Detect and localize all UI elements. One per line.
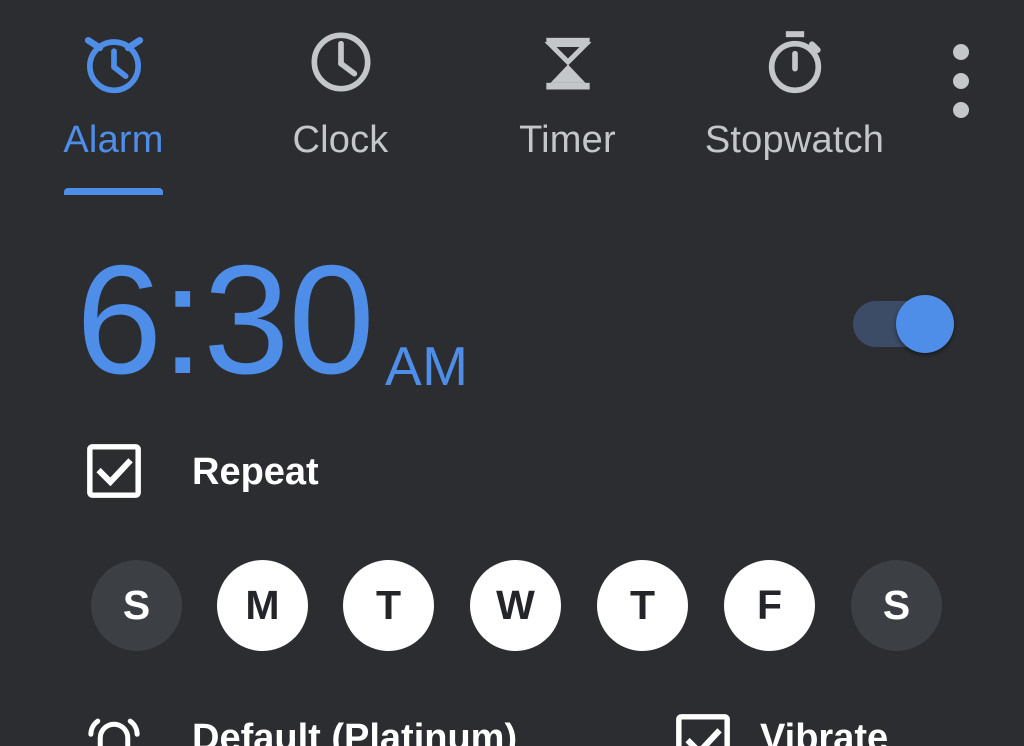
- tab-timer-label: Timer: [519, 119, 616, 161]
- tab-bar: Alarm Clock Timer Stopwatch: [0, 0, 1024, 200]
- overflow-dot: [953, 44, 969, 60]
- day-toggle-wednesday[interactable]: W: [470, 560, 561, 651]
- alarm-entry: 6:30 AM Repeat S M T W T F S Default (Pl…: [0, 200, 1024, 746]
- checkbox-checked-icon[interactable]: [85, 442, 143, 500]
- repeat-days-row: S M T W T F S: [0, 560, 1024, 655]
- clock-icon: [301, 22, 381, 102]
- overflow-dot: [953, 102, 969, 118]
- tab-alarm[interactable]: Alarm: [0, 0, 227, 200]
- active-tab-indicator: [64, 188, 163, 195]
- tab-clock-label: Clock: [292, 119, 389, 161]
- tab-alarm-label: Alarm: [63, 119, 164, 161]
- alarm-options-row: Default (Platinum) Vibrate: [0, 700, 1024, 746]
- repeat-row[interactable]: Repeat: [0, 440, 1024, 510]
- day-letter: S: [882, 582, 911, 628]
- vibrate-row[interactable]: Vibrate: [620, 700, 1024, 746]
- day-toggle-friday[interactable]: F: [724, 560, 815, 651]
- day-letter: M: [245, 582, 280, 628]
- day-letter: T: [375, 582, 402, 628]
- alarm-meridiem[interactable]: AM: [385, 339, 469, 394]
- day-letter: F: [756, 582, 783, 628]
- ringtone-selector[interactable]: Default (Platinum): [0, 700, 620, 746]
- day-letter: W: [496, 582, 535, 628]
- more-vertical-icon[interactable]: [930, 28, 992, 118]
- overflow-dot: [953, 73, 969, 89]
- ringtone-label: Default (Platinum): [192, 717, 518, 746]
- alarm-time[interactable]: 6:30: [76, 242, 375, 397]
- repeat-label: Repeat: [192, 451, 319, 493]
- hourglass-icon: [528, 22, 608, 102]
- tab-clock[interactable]: Clock: [227, 0, 454, 200]
- bell-ringtone-icon: [84, 708, 144, 746]
- tab-timer[interactable]: Timer: [454, 0, 681, 200]
- vibrate-label: Vibrate: [760, 717, 889, 746]
- toggle-thumb: [896, 295, 954, 353]
- alarm-clock-icon: [74, 22, 154, 102]
- day-toggle-saturday[interactable]: S: [851, 560, 942, 651]
- day-letter: T: [629, 582, 656, 628]
- alarm-enabled-toggle[interactable]: [853, 295, 954, 353]
- day-toggle-tuesday[interactable]: T: [343, 560, 434, 651]
- tab-stopwatch-label: Stopwatch: [704, 119, 885, 161]
- day-toggle-sunday[interactable]: S: [91, 560, 182, 651]
- day-letter: S: [122, 582, 151, 628]
- day-toggle-thursday[interactable]: T: [597, 560, 688, 651]
- day-toggle-monday[interactable]: M: [217, 560, 308, 651]
- clock-app-screen: Alarm Clock Timer Stopwatch 6:30 AM Repe…: [0, 0, 1024, 746]
- tab-stopwatch[interactable]: Stopwatch: [681, 0, 908, 200]
- stopwatch-icon: [755, 22, 835, 102]
- checkbox-checked-icon[interactable]: [674, 712, 732, 746]
